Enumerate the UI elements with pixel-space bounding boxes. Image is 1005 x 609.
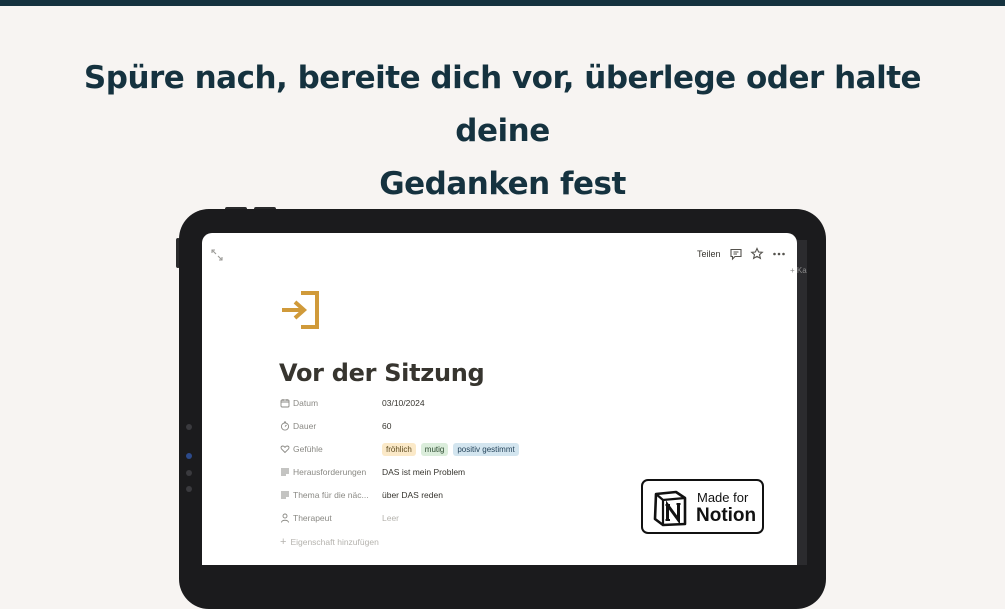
property-value-text[interactable]: über DAS reden xyxy=(382,490,443,500)
overflow-text: + Ka xyxy=(790,266,807,275)
comment-icon[interactable] xyxy=(729,247,743,261)
property-label: Therapeut xyxy=(293,513,332,523)
headline-line-1: Spüre nach, bereite dich vor, überlege o… xyxy=(83,60,922,149)
bezel-sensor xyxy=(186,424,192,430)
property-value-date[interactable]: 03/10/2024 xyxy=(382,398,425,408)
top-accent-bar xyxy=(0,0,1005,6)
property-label: Gefühle xyxy=(293,444,323,454)
tag-froehlich[interactable]: fröhlich xyxy=(382,442,416,456)
badge-made-for: Made for xyxy=(697,490,749,505)
page-title: Vor der Sitzung xyxy=(279,359,485,387)
property-label: Herausforderungen xyxy=(293,467,367,477)
add-property-label: Eigenschaft hinzufügen xyxy=(290,537,379,547)
enter-arrow-icon xyxy=(282,291,319,329)
more-icon[interactable] xyxy=(772,247,786,261)
bezel-sensor xyxy=(186,486,192,492)
tag-mutig[interactable]: mutig xyxy=(420,442,449,456)
property-row-dauer[interactable]: Dauer 60 xyxy=(280,418,610,434)
property-row-thema[interactable]: Thema für die näc... über DAS reden xyxy=(280,487,610,503)
star-icon[interactable] xyxy=(750,247,764,261)
bezel-sensor xyxy=(186,453,192,459)
property-row-gefuehle[interactable]: Gefühle fröhlich mutig positiv gestimmt xyxy=(280,441,610,457)
property-label: Dauer xyxy=(293,421,317,431)
property-value-empty[interactable]: Leer xyxy=(382,513,399,523)
tag-positiv-gestimmt[interactable]: positiv gestimmt xyxy=(453,442,519,456)
person-icon xyxy=(281,513,289,523)
property-value-text[interactable]: DAS ist mein Problem xyxy=(382,467,465,477)
expand-icon[interactable] xyxy=(211,249,223,261)
headline: Spüre nach, bereite dich vor, überlege o… xyxy=(40,52,965,211)
heart-icon xyxy=(280,445,290,454)
calendar-icon xyxy=(280,399,290,408)
screen-overflow-edge xyxy=(797,240,807,565)
add-property-button[interactable]: + Eigenschaft hinzufügen xyxy=(280,536,379,548)
property-row-therapeut[interactable]: Therapeut Leer xyxy=(280,510,610,526)
text-lines-icon xyxy=(281,468,289,476)
bezel-sensor xyxy=(186,470,192,476)
property-label: Datum xyxy=(293,398,319,408)
text-lines-icon xyxy=(281,491,289,499)
share-button[interactable]: Teilen xyxy=(697,249,721,259)
property-row-herausforderungen[interactable]: Herausforderungen DAS ist mein Problem xyxy=(280,464,610,480)
timer-icon xyxy=(280,421,290,431)
property-value-number[interactable]: 60 xyxy=(382,421,391,431)
headline-line-2: Gedanken fest xyxy=(379,166,626,202)
property-label: Thema für die näc... xyxy=(293,490,369,500)
badge-notion: Notion xyxy=(696,505,757,526)
notion-logo-icon xyxy=(653,490,687,527)
plus-icon: + xyxy=(280,536,287,548)
property-row-datum[interactable]: Datum 03/10/2024 xyxy=(280,395,610,411)
